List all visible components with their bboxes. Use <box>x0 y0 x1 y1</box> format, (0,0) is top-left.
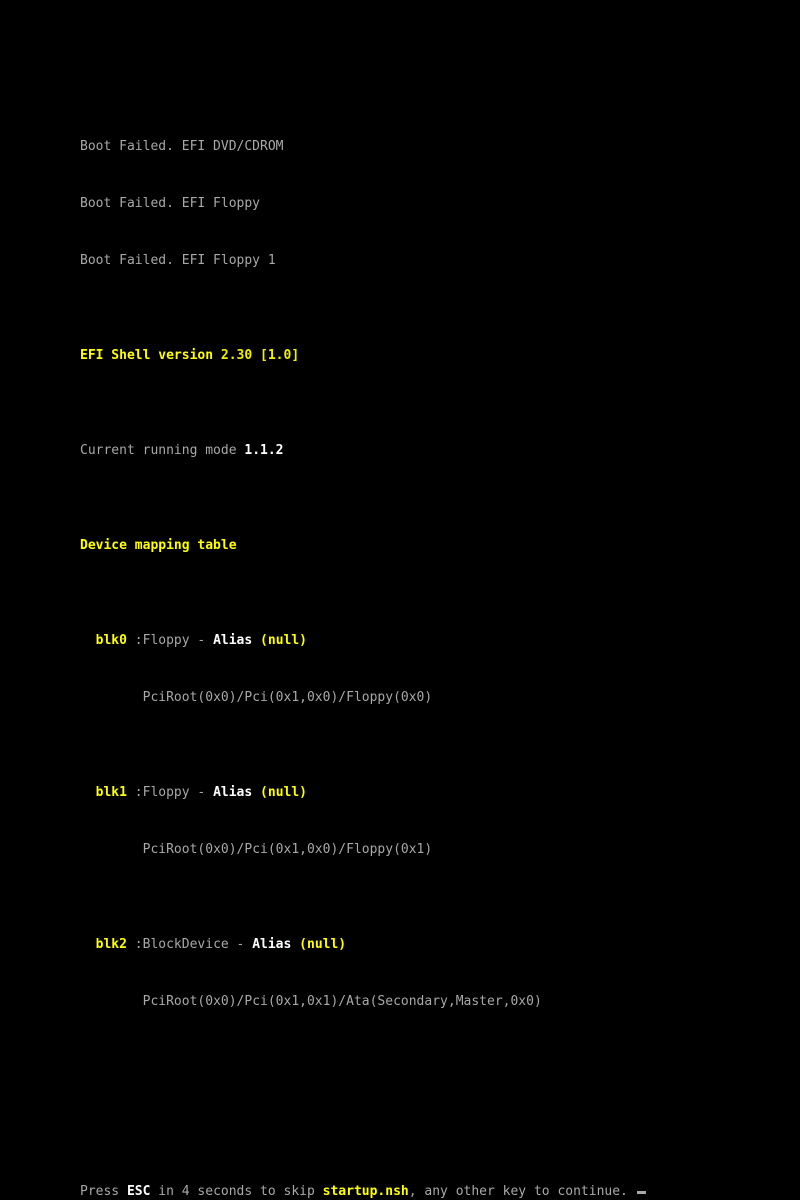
mapping-entry-alias-label: Alias <box>213 785 253 800</box>
mapping-entry-handle[interactable]: blk1 <box>96 785 127 800</box>
mapping-table-title: Device mapping table <box>80 536 646 555</box>
startup-prompt-line: Press ESC in 4 seconds to skip startup.n… <box>80 1182 646 1200</box>
mapping-entry-separator: : <box>126 785 143 800</box>
boot-message-line: Boot Failed. EFI Floppy <box>80 194 646 213</box>
boot-message-line: Boot Failed. EFI Floppy 1 <box>80 251 646 270</box>
mapping-entry-alias-value: (null) <box>260 785 308 800</box>
prompt-esc-key[interactable]: ESC <box>127 1184 150 1199</box>
prompt-middle-text: in 4 seconds to skip <box>150 1184 323 1199</box>
running-mode-label: Current running mode <box>80 443 237 458</box>
mapping-entry-device-path: PciRoot(0x0)/Pci(0x1,0x1)/Ata(Secondary,… <box>142 994 542 1009</box>
mapping-entry-type: Floppy <box>142 785 190 800</box>
boot-message-line: Boot Failed. EFI DVD/CDROM <box>80 137 646 156</box>
prompt-press-word: Press <box>80 1184 127 1199</box>
mapping-entry-dash: - <box>189 785 214 800</box>
shell-version-revision: [1.0] <box>260 348 300 363</box>
shell-version-line: EFI Shell version 2.30 [1.0] <box>80 346 646 365</box>
mapping-entry-path-row: PciRoot(0x0)/Pci(0x1,0x1)/Ata(Secondary,… <box>80 992 646 1011</box>
mapping-entry-alias-value: (null) <box>260 633 308 648</box>
mapping-entry-row: blk1 :Floppy - Alias (null) <box>80 783 646 802</box>
console-output: Boot Failed. EFI DVD/CDROM Boot Failed. … <box>80 61 646 1200</box>
mapping-entry-alias-label: Alias <box>252 937 292 952</box>
mapping-entry-alias-value: (null) <box>299 937 347 952</box>
boot-message-text: Boot Failed. EFI Floppy <box>80 196 261 211</box>
mapping-entry-alias-label: Alias <box>213 633 253 648</box>
text-cursor <box>636 1191 646 1194</box>
boot-message-text: Boot Failed. EFI Floppy 1 <box>80 253 276 268</box>
prompt-tail-text: , any other key to continue. <box>408 1184 636 1199</box>
mapping-entry-device-path: PciRoot(0x0)/Pci(0x1,0x0)/Floppy(0x0) <box>142 690 433 705</box>
mapping-entry-handle[interactable]: blk2 <box>96 937 127 952</box>
prompt-startup-script: startup.nsh <box>322 1184 409 1199</box>
boot-message-text: Boot Failed. EFI DVD/CDROM <box>80 139 284 154</box>
mapping-entry-row: blk2 :BlockDevice - Alias (null) <box>80 935 646 954</box>
mapping-table-title-text: Device mapping table <box>80 538 237 553</box>
mapping-entry-separator: : <box>126 937 143 952</box>
mapping-entry-path-row: PciRoot(0x0)/Pci(0x1,0x0)/Floppy(0x1) <box>80 840 646 859</box>
mapping-entry-type: Floppy <box>142 633 190 648</box>
efi-shell-console[interactable]: Boot Failed. EFI DVD/CDROM Boot Failed. … <box>0 0 800 1199</box>
mapping-entry-dash: - <box>189 633 214 648</box>
shell-version-label: EFI Shell version <box>80 348 214 363</box>
mapping-entry-dash: - <box>228 937 253 952</box>
mapping-entry-device-path: PciRoot(0x0)/Pci(0x1,0x0)/Floppy(0x1) <box>142 842 433 857</box>
running-mode-line: Current running mode 1.1.2 <box>80 441 646 460</box>
mapping-entry-type: BlockDevice <box>142 937 229 952</box>
shell-version-number: 2.30 <box>220 348 253 363</box>
mapping-entry-handle[interactable]: blk0 <box>96 633 127 648</box>
running-mode-value: 1.1.2 <box>244 443 284 458</box>
mapping-entry-path-row: PciRoot(0x0)/Pci(0x1,0x0)/Floppy(0x0) <box>80 688 646 707</box>
mapping-entry-separator: : <box>126 633 143 648</box>
mapping-entry-row: blk0 :Floppy - Alias (null) <box>80 631 646 650</box>
